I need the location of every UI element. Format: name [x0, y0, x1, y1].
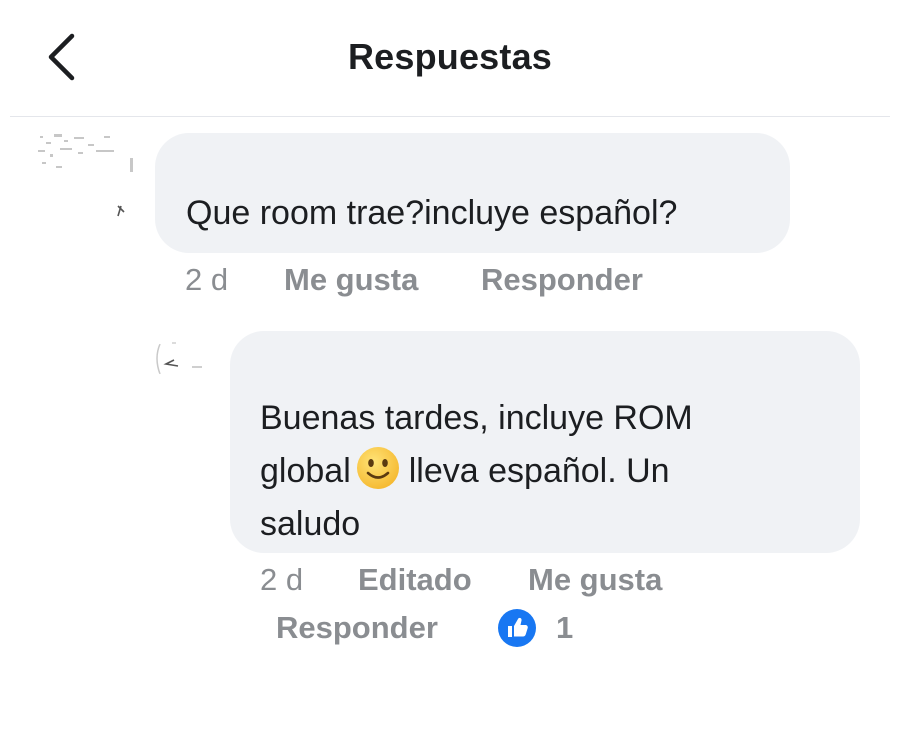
reply-avatar[interactable] [152, 336, 214, 382]
reaction-count: 1 [556, 610, 574, 645]
comment-timestamp: 2 d [185, 262, 229, 297]
reply-text-line-2b: lleva español. Un [408, 452, 670, 490]
comment-reply-button[interactable]: Responder [481, 262, 643, 298]
reply-timestamp: 2 d [260, 562, 304, 597]
avatar[interactable] [34, 128, 144, 220]
comment-like-button[interactable]: Me gusta [284, 262, 418, 298]
header-divider [10, 116, 890, 117]
comment-bubble[interactable]: Que room trae?incluye español? [155, 133, 790, 253]
smiling-face-emoji [356, 447, 399, 489]
reply-text-line-2a: global [260, 452, 351, 490]
reply-text-line-3: saludo [260, 505, 361, 543]
avatar-image [38, 134, 133, 217]
reply-edited-label: Editado [358, 562, 472, 597]
header: Respuestas [0, 0, 900, 116]
reply-text: Buenas tardes, incluye ROM global lleva … [260, 392, 820, 551]
page-title: Respuestas [347, 36, 553, 77]
thumbs-up-icon[interactable] [497, 608, 537, 648]
reply-text-line-1: Buenas tardes, incluye ROM [260, 399, 693, 437]
reply-reply-button[interactable]: Responder [276, 610, 438, 646]
avatar-image [156, 342, 202, 375]
reply-like-button[interactable]: Me gusta [528, 562, 662, 598]
replies-screen: Respuestas Que room trae?incluye español… [0, 0, 900, 730]
comment-text: Que room trae?incluye español? [186, 194, 678, 232]
reply-bubble[interactable]: Buenas tardes, incluye ROM global lleva … [230, 331, 860, 553]
